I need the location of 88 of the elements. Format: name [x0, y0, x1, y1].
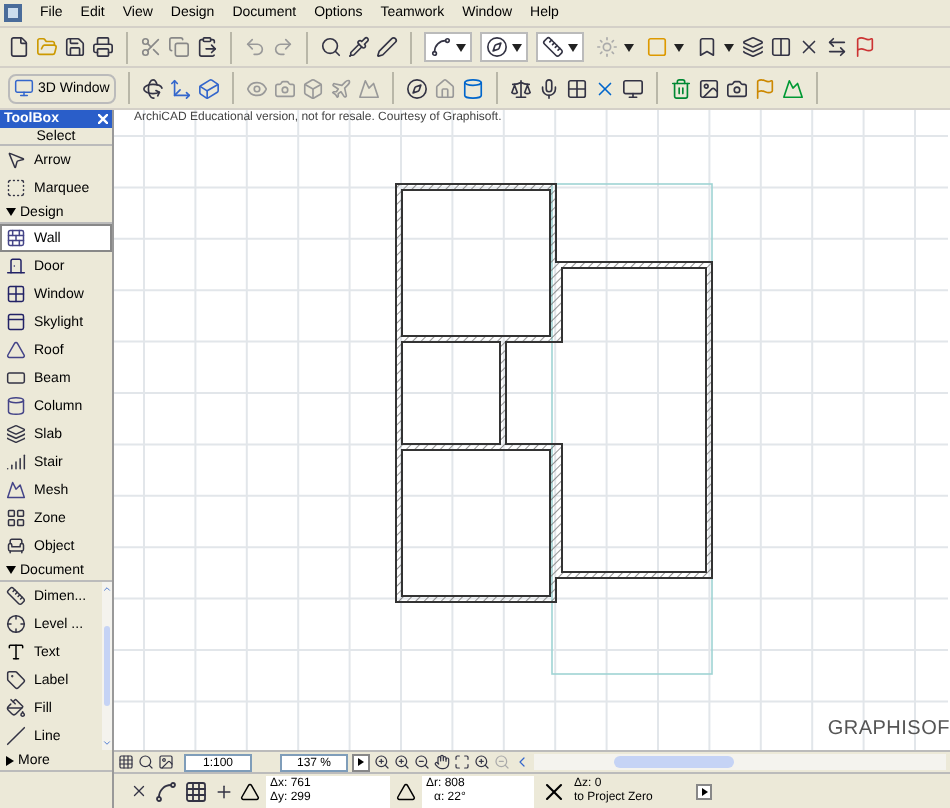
search-icon[interactable]: [138, 754, 154, 770]
text-icon: [6, 642, 26, 662]
arrows-icon[interactable]: [826, 36, 848, 58]
zoom-in-icon[interactable]: [394, 754, 410, 770]
reference-menu-button[interactable]: [696, 783, 712, 799]
app-icon[interactable]: [4, 4, 22, 22]
bookmark-icon[interactable]: [696, 36, 718, 58]
panel-icon: [6, 312, 26, 332]
grid-icon[interactable]: [565, 77, 588, 99]
monitor-icon: [14, 78, 34, 98]
caret-icon[interactable]: [568, 43, 578, 51]
triangle-icon: [6, 340, 26, 360]
dropdown-button[interactable]: [536, 32, 584, 62]
window-icon: [6, 284, 26, 304]
mountain-icon[interactable]: [781, 77, 804, 99]
close-icon[interactable]: [798, 36, 820, 58]
rotate-icon[interactable]: [141, 77, 164, 99]
tag-icon: [6, 670, 26, 690]
crosshair-icon: [6, 614, 26, 634]
watermark-text: GRAPHISOF: [827, 720, 950, 740]
wall-icon: [6, 228, 26, 248]
caret-icon[interactable]: [724, 43, 734, 51]
search-icon[interactable]: [320, 36, 342, 58]
plus-icon[interactable]: [214, 781, 234, 801]
microphone-icon[interactable]: [537, 77, 560, 99]
paint-bucket-icon: [6, 698, 26, 718]
move-icon[interactable]: [169, 77, 192, 99]
line-icon: [6, 726, 26, 746]
scrollbar-thumb[interactable]: [614, 756, 734, 768]
scissors-icon[interactable]: [140, 36, 162, 58]
dropdown-button[interactable]: [424, 32, 472, 62]
compass-icon: [486, 36, 508, 58]
layers-icon: [6, 424, 26, 444]
image-icon[interactable]: [697, 77, 720, 99]
caret-icon[interactable]: [456, 43, 466, 51]
grid-icon[interactable]: [118, 754, 134, 770]
door-icon: [6, 256, 26, 276]
compass-icon[interactable]: [405, 77, 428, 99]
caret-icon[interactable]: [512, 43, 522, 51]
scale-icon[interactable]: [509, 77, 532, 99]
zoom-in-icon[interactable]: [474, 754, 490, 770]
horizontal-scrollbar[interactable]: [534, 754, 946, 770]
flag-icon[interactable]: [854, 36, 876, 58]
trash-icon[interactable]: [669, 77, 692, 99]
new-file-icon[interactable]: [8, 36, 30, 58]
layers-icon[interactable]: [742, 36, 764, 58]
pipette-icon[interactable]: [348, 36, 370, 58]
close-icon[interactable]: [130, 782, 148, 800]
cylinder-icon[interactable]: [461, 77, 484, 99]
scrollbar-thumb[interactable]: [104, 626, 110, 706]
dashed-square-icon: [6, 178, 26, 198]
curve-icon: [430, 36, 452, 58]
printer-icon[interactable]: [92, 36, 114, 58]
zoom-in-icon[interactable]: [374, 754, 390, 770]
cube-icon[interactable]: [197, 77, 220, 99]
collapsed-icon: [6, 755, 14, 765]
triangle-icon[interactable]: [240, 781, 260, 801]
expanded-icon: [6, 566, 16, 574]
scrollbar[interactable]: [102, 582, 112, 750]
ruler-icon: [542, 36, 564, 58]
image-icon[interactable]: [158, 754, 174, 770]
save-icon[interactable]: [64, 36, 86, 58]
dropdown-button[interactable]: [480, 32, 528, 62]
steps-icon: [6, 452, 26, 472]
bar-icon: [6, 368, 26, 388]
monitor-icon[interactable]: [621, 77, 644, 99]
floor-plan-drawing[interactable]: [395, 183, 713, 603]
grid-icon[interactable]: [184, 779, 208, 803]
curve-icon[interactable]: [154, 779, 178, 803]
camera-icon[interactable]: [725, 77, 748, 99]
pointer-icon: [6, 150, 26, 170]
ruler-icon: [6, 586, 26, 606]
pen-icon[interactable]: [376, 36, 398, 58]
mountain-icon: [6, 480, 26, 500]
cylinder-icon: [6, 396, 26, 416]
play-icon: [701, 787, 707, 795]
zoom-out-icon[interactable]: [414, 754, 430, 770]
grid-icon: [6, 508, 26, 528]
caret-icon[interactable]: [674, 43, 684, 51]
expanded-icon: [6, 208, 16, 216]
hand-icon[interactable]: [434, 754, 450, 770]
chair-icon: [6, 536, 26, 556]
columns-icon[interactable]: [770, 36, 792, 58]
caret-icon[interactable]: [624, 43, 634, 51]
triangle-icon[interactable]: [396, 781, 416, 801]
paste-icon[interactable]: [196, 36, 218, 58]
zoom-menu-button[interactable]: [352, 753, 370, 771]
play-icon: [358, 758, 364, 766]
